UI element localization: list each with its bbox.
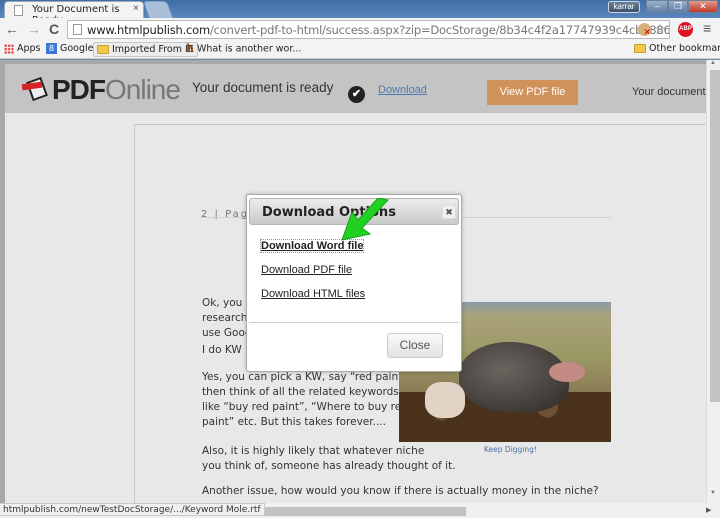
bookmark-label: Apps: [17, 43, 41, 54]
logo-online: Online: [105, 74, 181, 105]
text-line: Another issue, how would you know if the…: [202, 485, 599, 497]
apps-grid-icon: [4, 43, 14, 54]
mole-paw: [425, 382, 465, 418]
paragraph: Another issue, how would you know if the…: [202, 484, 599, 499]
bookmark-what-is-another-word[interactable]: h What is another wor...: [186, 42, 301, 57]
download-link[interactable]: Download: [378, 84, 427, 96]
paragraph: Also, it is highly likely that whatever …: [202, 444, 456, 474]
bookmark-label: What is another wor...: [197, 43, 302, 55]
folder-icon: [634, 44, 646, 53]
download-pdf-link[interactable]: Download PDF file: [261, 264, 352, 276]
bookmark-label: Imported From IE: [112, 44, 194, 55]
minimize-button[interactable]: –: [646, 0, 668, 13]
dialog-divider: [249, 322, 459, 323]
url-host: www.htmlpublish.com: [87, 23, 210, 37]
site-favicon-icon: h: [186, 42, 194, 55]
maximize-button[interactable]: ❐: [668, 0, 688, 13]
text-line: Yes, you can pick a KW, say “red paint”,: [202, 371, 412, 383]
green-arrow-annotation: [341, 198, 389, 241]
back-button[interactable]: ←: [4, 21, 20, 37]
bookmarks-bar: Apps 8 Google Imported From IE h What is a…: [0, 41, 720, 59]
title-bar: Your Document is Ready × karrar – ❐ ✕: [0, 0, 720, 26]
close-window-button[interactable]: ✕: [688, 0, 718, 13]
text-line: like “buy red paint”, “Where to buy red: [202, 401, 408, 413]
menu-icon[interactable]: ≡: [703, 20, 711, 36]
adblock-icon[interactable]: ABP: [678, 22, 693, 37]
forward-button[interactable]: →: [26, 21, 42, 37]
cookie-blocked-icon[interactable]: ✕: [638, 23, 651, 37]
download-html-link[interactable]: Download HTML files: [261, 288, 365, 300]
scroll-down-arrow-icon[interactable]: ▼: [710, 490, 716, 496]
url-path: /convert-pdf-to-html/success.aspx?zip=Do…: [210, 23, 670, 37]
header-message-repeat: Your document is: [632, 86, 706, 98]
scroll-up-arrow-icon[interactable]: ▲: [710, 60, 716, 66]
mole-snout: [549, 362, 585, 382]
bookmark-label: Other bookmarks: [649, 43, 720, 54]
header-message: Your document is ready: [192, 80, 334, 95]
bookmark-star-icon[interactable]: ☆: [653, 21, 666, 38]
arrow-shape: [341, 198, 389, 241]
text-line: you think of, someone has already though…: [202, 460, 456, 472]
vertical-scrollbar[interactable]: ▲ ▼: [706, 60, 720, 503]
tab-your-document[interactable]: Your Document is Ready ×: [4, 1, 144, 26]
text-line: Also, it is highly likely that whatever …: [202, 445, 425, 457]
address-bar[interactable]: www.htmlpublish.com/convert-pdf-to-html/…: [67, 20, 670, 39]
reload-button[interactable]: C: [46, 21, 62, 37]
image-caption: Keep Digging!: [484, 445, 537, 454]
view-pdf-button[interactable]: View PDF file: [487, 80, 578, 105]
text-line: I do KW r: [202, 344, 250, 356]
close-button[interactable]: Close: [387, 333, 443, 358]
vertical-scroll-thumb[interactable]: [710, 70, 720, 402]
paragraph: I do KW r: [202, 343, 249, 358]
dialog-close-icon[interactable]: ✖: [442, 205, 456, 219]
bookmark-apps[interactable]: Apps: [4, 42, 41, 57]
page-icon: [73, 24, 82, 35]
bookmark-folder-other[interactable]: Other bookmarks: [634, 42, 720, 57]
folder-icon: [97, 45, 109, 54]
scroll-right-arrow-icon[interactable]: ▶: [706, 506, 711, 514]
page-icon: [14, 5, 23, 16]
text-line: research: [202, 312, 248, 324]
logo-pdf: PDF: [52, 74, 106, 105]
bookmark-google[interactable]: 8 Google: [46, 42, 94, 57]
tab-close-icon[interactable]: ×: [133, 3, 139, 14]
bookmark-folder-imported-from-ie[interactable]: Imported From IE: [93, 42, 198, 57]
paragraph: Yes, you can pick a KW, say “red paint”,…: [202, 370, 411, 430]
url-text[interactable]: www.htmlpublish.com/convert-pdf-to-html/…: [87, 23, 670, 37]
text-line: Ok, you a: [202, 297, 253, 309]
site-header: PDFOnline Your document is ready ✔ Downl…: [5, 64, 706, 113]
browser-window: Your Document is Ready × karrar – ❐ ✕ ← …: [0, 0, 720, 518]
paragraph: Ok, you a research use Goog: [202, 296, 252, 341]
text-line: then think of all the related keywords: [202, 386, 399, 398]
text-line: paint” etc. But this takes forever....: [202, 416, 386, 428]
status-bar-url: htmlpublish.com/newTestDocStorage/.../Ke…: [0, 503, 265, 516]
browser-toolbar: ← → C www.htmlpublish.com/convert-pdf-to…: [0, 18, 720, 41]
text-line: use Goog: [202, 327, 252, 339]
check-circle-icon: ✔: [348, 86, 365, 103]
google-icon: 8: [46, 43, 57, 54]
new-tab-button[interactable]: [142, 1, 174, 18]
bookmark-label: Google: [60, 43, 94, 54]
profile-badge[interactable]: karrar: [608, 1, 640, 13]
